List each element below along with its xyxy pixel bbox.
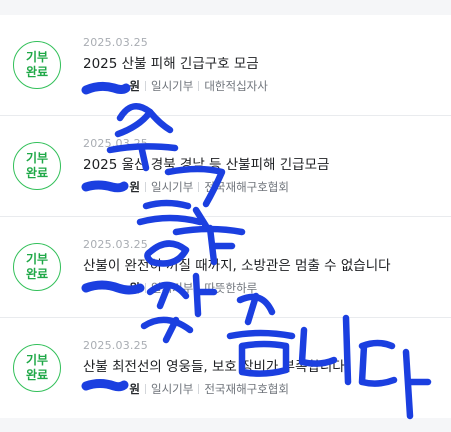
meta-divider: [145, 283, 146, 293]
badge-line-1: 기부: [25, 252, 49, 266]
donation-list-item[interactable]: 기부 완료 2025.03.25 산불 최전선의 영웅들, 보호 장비가 부족합…: [0, 318, 451, 418]
campaign-title[interactable]: 산불 최전선의 영웅들, 보호 장비가 부족합니다: [83, 355, 443, 375]
donation-history-page: 기부 완료 2025.03.25 2025 산불 피해 긴급구호 모금 원 일시…: [0, 0, 451, 432]
donation-type: 일시기부: [151, 79, 194, 93]
organization-name: 전국재해구호협회: [204, 180, 289, 194]
donation-amount: 원: [129, 382, 140, 396]
donation-complete-badge: 기부 완료: [13, 344, 61, 392]
donation-meta: 원 일시기부 대한적십자사: [83, 78, 268, 94]
campaign-title[interactable]: 2025 산불 피해 긴급구호 모금: [83, 52, 443, 72]
campaign-title[interactable]: 2025 울산 경북 경남 등 산불피해 긴급모금: [83, 153, 443, 173]
organization-name: 전국재해구호협회: [204, 382, 289, 396]
meta-divider: [198, 182, 200, 192]
top-spacer: [0, 0, 451, 15]
donation-list-item[interactable]: 기부 완료 2025.03.25 산불이 완전히 꺼질 때까지, 소방관은 멈출…: [0, 217, 451, 318]
donation-list-item[interactable]: 기부 완료 2025.03.25 2025 울산 경북 경남 등 산불피해 긴급…: [0, 116, 451, 217]
meta-divider: [145, 81, 146, 91]
meta-divider: [198, 81, 200, 91]
donation-type: 일시기부: [151, 281, 194, 295]
donation-amount: 원: [129, 180, 140, 194]
donation-meta: 원 일시기부 따뜻한하루: [83, 280, 257, 296]
donation-date: 2025.03.25: [83, 238, 148, 251]
badge-line-1: 기부: [25, 353, 49, 367]
badge-line-2: 완료: [25, 368, 49, 382]
donation-date: 2025.03.25: [83, 36, 148, 49]
donation-type: 일시기부: [151, 180, 194, 194]
meta-divider: [198, 283, 200, 293]
meta-divider: [198, 384, 200, 394]
donation-amount: 원: [129, 79, 140, 93]
badge-line-1: 기부: [25, 50, 49, 64]
donation-complete-badge: 기부 완료: [13, 41, 61, 89]
donation-meta: 원 일시기부 전국재해구호협회: [83, 381, 289, 397]
campaign-title[interactable]: 산불이 완전히 꺼질 때까지, 소방관은 멈출 수 없습니다: [83, 254, 443, 274]
donation-type: 일시기부: [151, 382, 194, 396]
badge-line-1: 기부: [25, 151, 49, 165]
meta-divider: [145, 384, 146, 394]
badge-line-2: 완료: [25, 166, 49, 180]
donation-complete-badge: 기부 완료: [13, 243, 61, 291]
badge-line-2: 완료: [25, 267, 49, 281]
donation-complete-badge: 기부 완료: [13, 142, 61, 190]
donation-amount: 원: [129, 281, 140, 295]
organization-name: 대한적십자사: [204, 79, 268, 93]
donation-list-item[interactable]: 기부 완료 2025.03.25 2025 산불 피해 긴급구호 모금 원 일시…: [0, 15, 451, 116]
donation-date: 2025.03.25: [83, 137, 148, 150]
organization-name: 따뜻한하루: [204, 281, 258, 295]
meta-divider: [145, 182, 146, 192]
donation-list: 기부 완료 2025.03.25 2025 산불 피해 긴급구호 모금 원 일시…: [0, 15, 451, 418]
donation-date: 2025.03.25: [83, 339, 148, 352]
badge-line-2: 완료: [25, 65, 49, 79]
donation-meta: 원 일시기부 전국재해구호협회: [83, 179, 289, 195]
